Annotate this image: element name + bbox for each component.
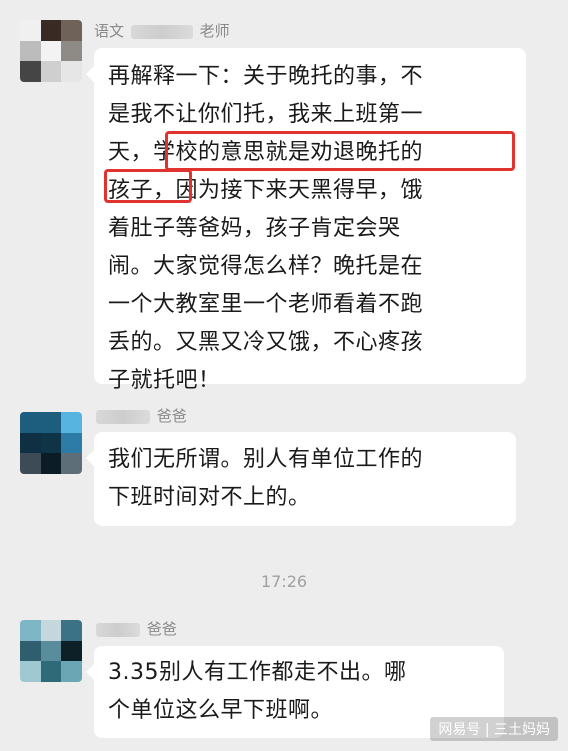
message-line: 是我不让你们托，我来上班第一 [108, 102, 424, 127]
sender-avatar[interactable] [20, 620, 82, 682]
avatar-pixel [40, 20, 62, 41]
message-bubble[interactable]: 我们无所谓。别人有单位工作的 下班时间对不上的。 [86, 432, 516, 526]
sender-avatar[interactable] [20, 412, 82, 474]
avatar-pixel [20, 40, 41, 62]
message-line: 我们无所谓。别人有单位工作的 [108, 447, 424, 472]
avatar-pixel [20, 453, 41, 474]
avatar-pixel [61, 20, 82, 41]
sender-name-suffix: 老师 [199, 22, 230, 40]
message-line: 天，学校的意思就是劝退晚托的 [108, 140, 424, 165]
message-line: 3.35别人有工作都走不出。哪 [108, 660, 407, 685]
message-line: 再解释一下：关于晚托的事，不 [108, 64, 424, 89]
avatar-pixel [40, 412, 62, 433]
message-bubble[interactable]: 再解释一下：关于晚托的事，不 是我不让你们托，我来上班第一 天，学校的意思就是劝… [86, 48, 526, 393]
avatar-pixel [61, 453, 82, 474]
avatar-pixel [40, 432, 62, 454]
avatar-pixel [61, 620, 82, 641]
message-line: 子就托吧！ [108, 368, 221, 393]
avatar-pixel [61, 661, 82, 682]
blurred-name [96, 622, 140, 637]
avatar-pixel [61, 40, 82, 62]
avatar-pixel [20, 61, 41, 82]
avatar-pixel [40, 661, 62, 682]
blurred-name [96, 409, 150, 424]
sender-name: 爸爸 [94, 618, 177, 639]
message-line: 闹。大家觉得怎么样？晚托是在 [108, 254, 424, 279]
avatar-pixel [20, 620, 41, 641]
avatar-pixel [40, 453, 62, 474]
sender-name-suffix: 爸爸 [146, 620, 177, 638]
avatar-pixel [20, 20, 41, 41]
sender-name-suffix: 爸爸 [156, 407, 187, 425]
message-line: 着肚子等爸妈，孩子肯定会哭 [108, 216, 401, 241]
avatar-pixel [40, 61, 62, 82]
blurred-name [130, 24, 193, 39]
avatar-pixel [20, 640, 41, 662]
sender-name: 爸爸 [94, 405, 187, 426]
avatar-pixel [61, 61, 82, 82]
avatar-pixel [20, 661, 41, 682]
avatar-pixel [40, 40, 62, 62]
avatar-pixel [40, 620, 62, 641]
sender-name: 语文 老师 [94, 20, 230, 41]
avatar-pixel [61, 412, 82, 433]
message-line: 下班时间对不上的。 [108, 485, 311, 510]
avatar-pixel [20, 412, 41, 433]
message-line: 丢的。又黑又冷又饿，不心疼孩 [108, 330, 424, 355]
sender-name-prefix: 语文 [94, 22, 125, 40]
watermark: 网易号 | 三土妈妈 [430, 717, 558, 741]
message-line: 孩子，因为接下来天黑得早，饿 [108, 178, 424, 203]
sender-avatar[interactable] [20, 20, 82, 82]
avatar-pixel [20, 432, 41, 454]
avatar-pixel [40, 640, 62, 662]
avatar-pixel [61, 432, 82, 454]
message-line: 一个大教室里一个老师看着不跑 [108, 292, 424, 317]
chat-timestamp: 17:26 [260, 572, 308, 591]
avatar-pixel [61, 640, 82, 662]
